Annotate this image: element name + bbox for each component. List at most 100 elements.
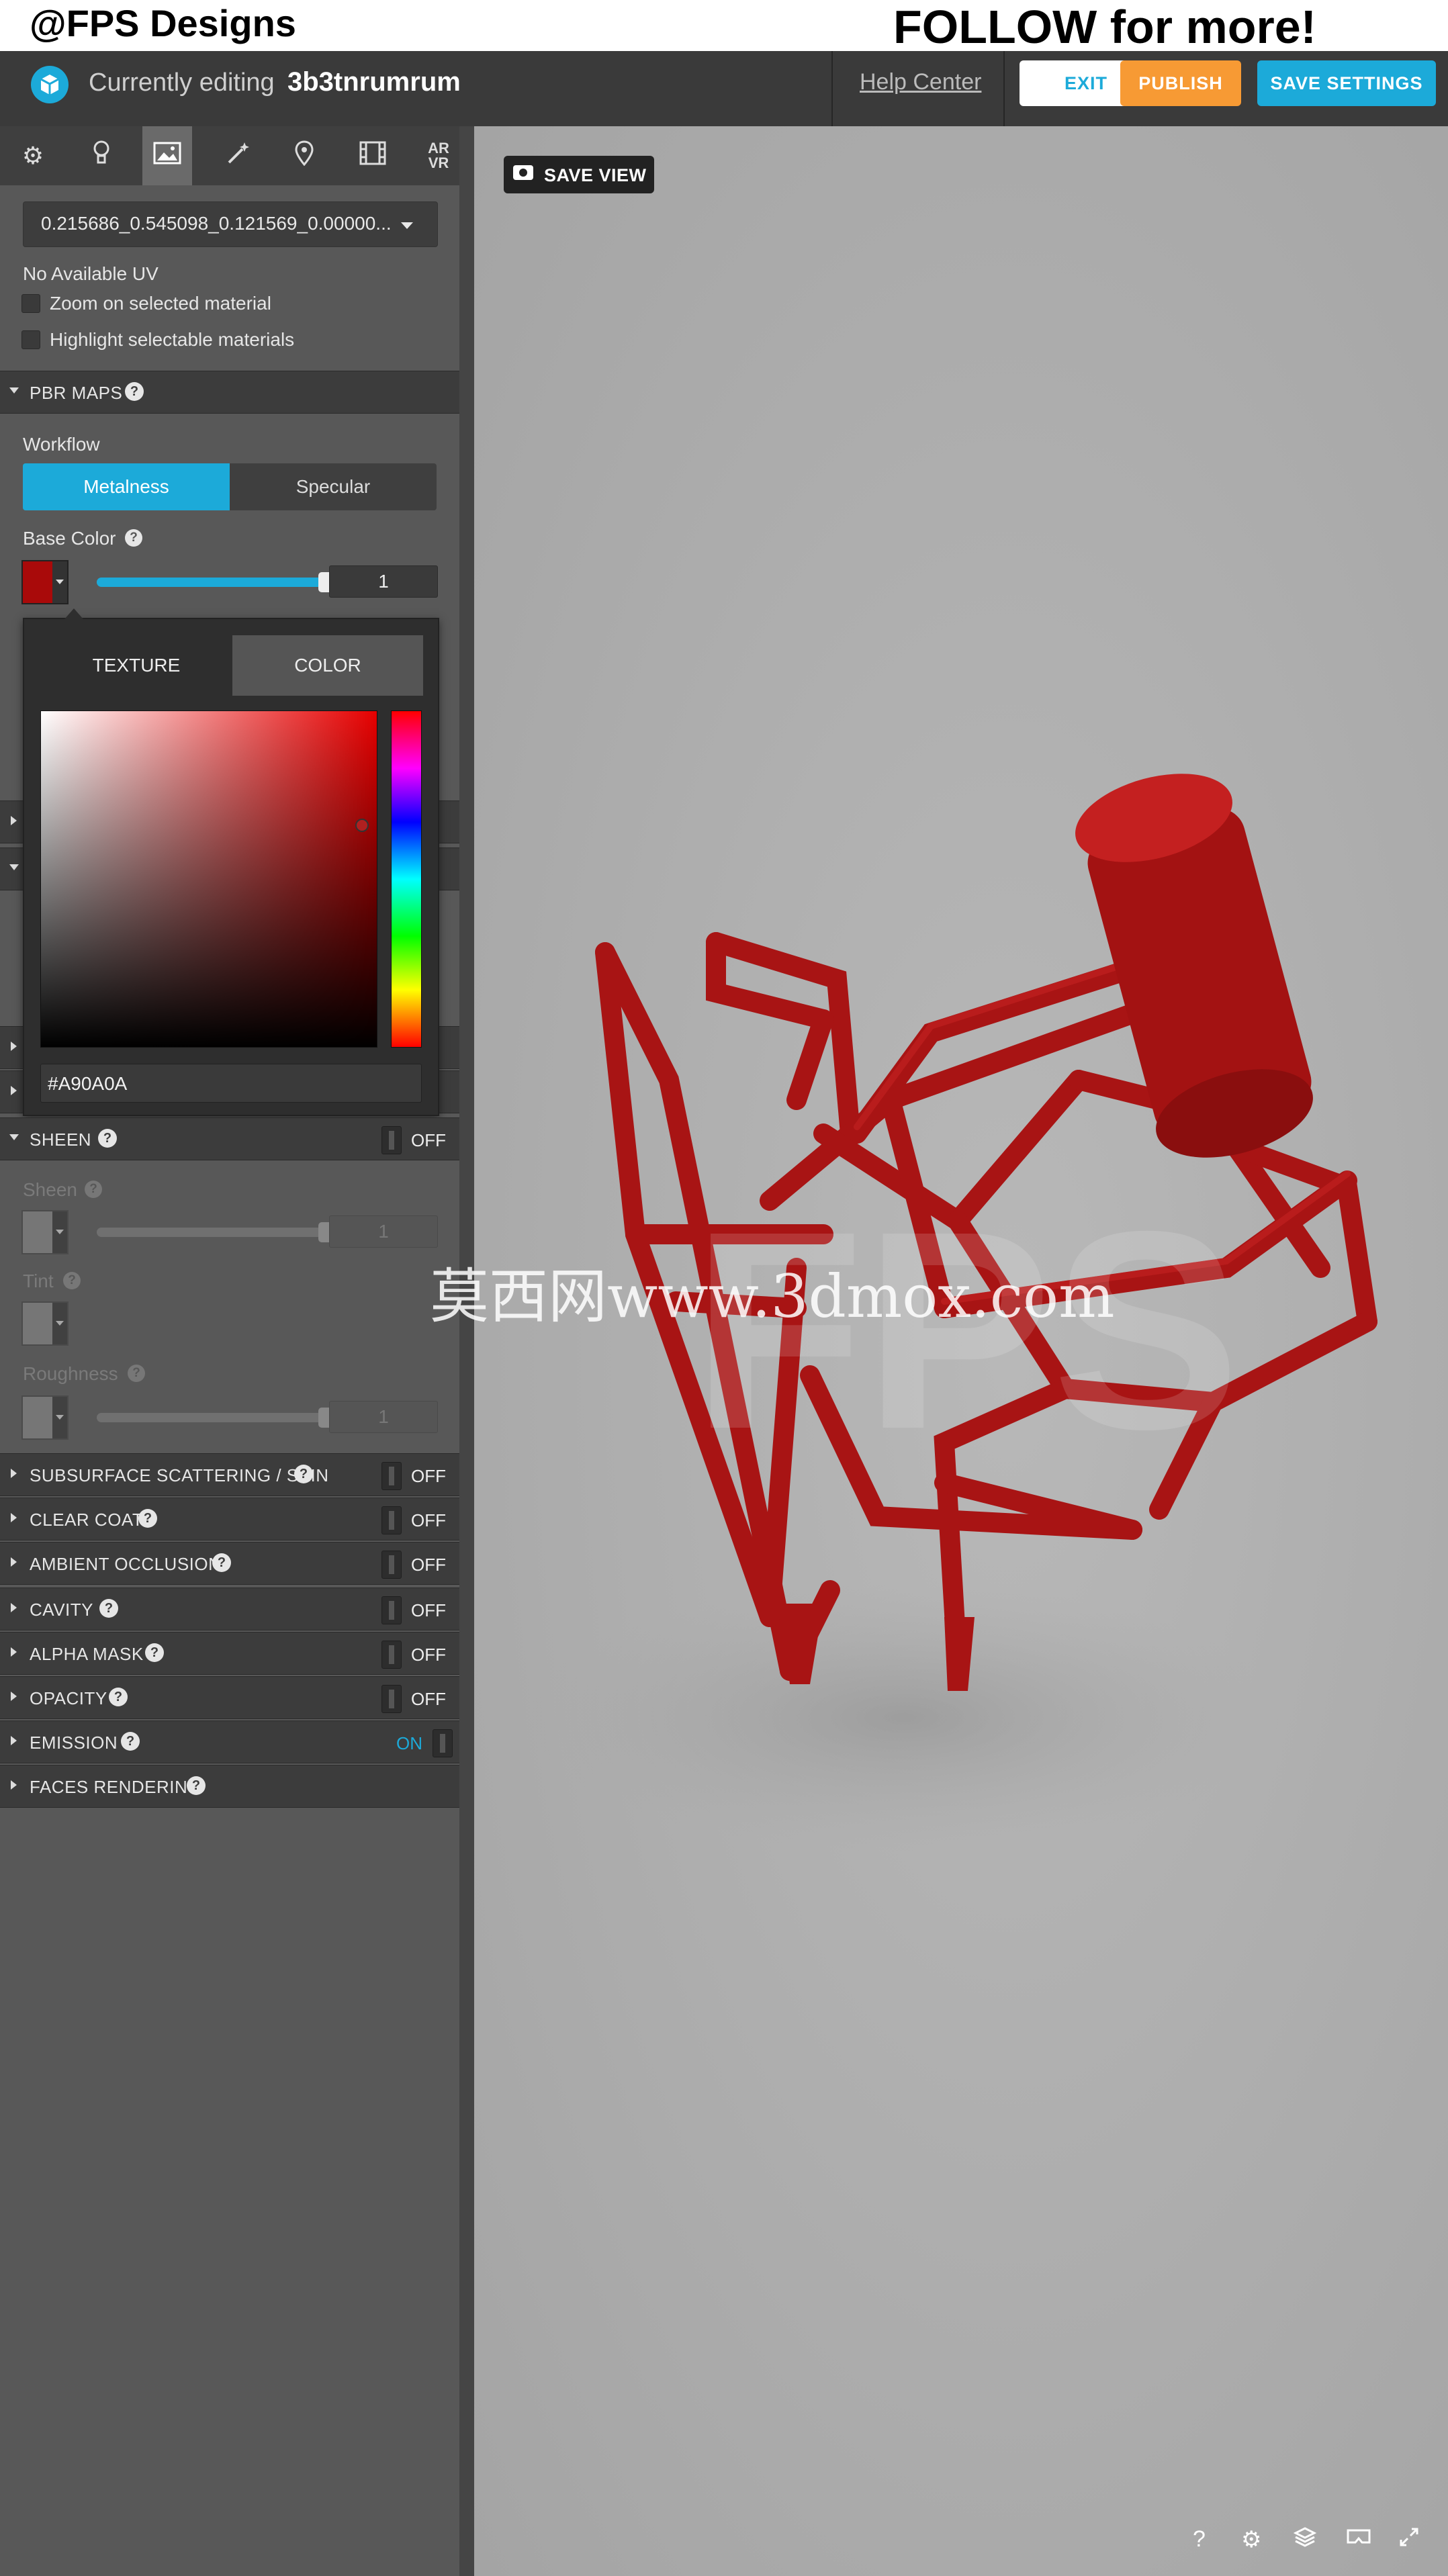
help-icon[interactable]: ? xyxy=(98,1129,117,1148)
sketchfab-logo-icon[interactable] xyxy=(31,66,69,103)
chevron-right-icon xyxy=(11,1603,17,1612)
tint-swatch xyxy=(21,1301,69,1346)
base-color-swatch[interactable] xyxy=(21,560,69,604)
help-icon[interactable]: ? xyxy=(212,1553,231,1572)
section-alpha-mask[interactable]: ALPHA MASK ? OFF xyxy=(0,1632,459,1675)
chevron-down-icon xyxy=(9,1134,19,1140)
promo-banner: @FPS Designs FOLLOW for more! xyxy=(0,0,1448,53)
saturation-value-field[interactable] xyxy=(40,710,377,1048)
chevron-right-icon xyxy=(11,1469,17,1478)
chevron-right-icon xyxy=(11,1647,17,1657)
chevron-right-icon xyxy=(11,1692,17,1701)
help-icon[interactable]: ? xyxy=(187,1776,206,1795)
roughness-slider xyxy=(97,1413,338,1422)
zoom-label: Zoom on selected material xyxy=(50,293,271,314)
ambient-occlusion-toggle[interactable]: OFF xyxy=(381,1551,455,1579)
help-icon[interactable]: ? xyxy=(125,382,144,401)
clear-coat-toggle[interactable]: OFF xyxy=(381,1506,455,1534)
base-color-value[interactable]: 1 xyxy=(329,565,438,598)
help-center-link[interactable]: Help Center xyxy=(860,69,981,95)
zoom-checkbox[interactable] xyxy=(21,294,40,313)
opacity-toggle[interactable]: OFF xyxy=(381,1685,455,1713)
color-cursor[interactable] xyxy=(355,819,369,832)
tab-ar-vr[interactable]: AR VR xyxy=(414,126,463,185)
roughness-value: 1 xyxy=(329,1401,438,1433)
editing-label: Currently editing xyxy=(89,68,275,97)
section-sheen[interactable]: SHEEN ? OFF xyxy=(0,1117,459,1160)
sheen-toggle[interactable]: OFF xyxy=(381,1126,455,1154)
hue-slider[interactable] xyxy=(391,710,422,1048)
image-icon xyxy=(153,142,181,171)
save-view-button[interactable]: SAVE VIEW xyxy=(504,156,654,193)
sidebar-scrollbar[interactable] xyxy=(459,126,474,2576)
section-faces-rendering[interactable]: FACES RENDERING ? xyxy=(0,1765,459,1808)
workflow-label: Workflow xyxy=(23,434,100,455)
section-emission[interactable]: EMISSION ? ON xyxy=(0,1720,459,1763)
material-select[interactable]: 0.215686_0.545098_0.121569_0.00000... xyxy=(23,201,438,247)
watermark-text: 莫西网www.3dmox.com xyxy=(430,1262,1115,1331)
help-icon[interactable]: ? xyxy=(125,529,142,547)
roughness-swatch xyxy=(21,1395,69,1440)
save-settings-button[interactable]: SAVE SETTINGS xyxy=(1257,60,1436,106)
sheen-value: 1 xyxy=(329,1215,438,1248)
tab-animation[interactable] xyxy=(348,126,398,185)
chevron-right-icon xyxy=(11,1557,17,1567)
sheen-label: Sheen xyxy=(23,1179,77,1200)
emission-toggle[interactable]: ON xyxy=(381,1729,455,1757)
tab-lighting[interactable] xyxy=(77,126,126,185)
color-tab[interactable]: COLOR xyxy=(232,635,423,696)
gear-icon: ⚙ xyxy=(21,142,44,169)
tab-post-processing[interactable] xyxy=(214,126,263,185)
header-divider xyxy=(1003,51,1005,126)
base-color-slider[interactable] xyxy=(97,578,338,587)
tab-annotations[interactable] xyxy=(279,126,329,185)
settings-icon[interactable]: ⚙ xyxy=(1241,2526,1261,2553)
help-icon[interactable]: ? xyxy=(294,1465,313,1483)
layers-icon[interactable] xyxy=(1293,2526,1317,2554)
help-icon[interactable]: ? xyxy=(1193,2526,1206,2552)
help-icon[interactable]: ? xyxy=(109,1688,128,1706)
section-opacity[interactable]: OPACITY ? OFF xyxy=(0,1676,459,1719)
magic-wand-icon xyxy=(226,141,251,171)
subsurface-toggle[interactable]: OFF xyxy=(381,1462,455,1490)
specular-button[interactable]: Specular xyxy=(230,463,437,510)
tab-materials[interactable] xyxy=(142,126,192,185)
cavity-toggle[interactable]: OFF xyxy=(381,1596,455,1624)
help-icon: ? xyxy=(63,1272,81,1289)
chevron-right-icon xyxy=(11,1513,17,1522)
camera-icon xyxy=(513,165,533,180)
highlight-checkbox[interactable] xyxy=(21,330,40,349)
3d-viewport[interactable]: FPS xyxy=(474,126,1448,2576)
section-ambient-occlusion[interactable]: AMBIENT OCCLUSION ? OFF xyxy=(0,1542,459,1585)
texture-tab[interactable]: TEXTURE xyxy=(40,635,232,696)
ar-vr-icon: AR VR xyxy=(428,140,449,171)
help-icon: ? xyxy=(85,1181,102,1198)
alpha-mask-toggle[interactable]: OFF xyxy=(381,1641,455,1669)
fullscreen-icon[interactable] xyxy=(1398,2526,1420,2554)
chevron-right-icon xyxy=(11,1736,17,1745)
roughness-label: Roughness xyxy=(23,1363,118,1384)
sheen-swatch xyxy=(21,1210,69,1254)
chevron-down-icon xyxy=(9,387,19,394)
map-pin-icon xyxy=(295,140,314,172)
base-color-label: Base Color xyxy=(23,528,116,549)
follow-text: FOLLOW for more! xyxy=(893,1,1316,53)
vr-icon[interactable] xyxy=(1346,2526,1371,2552)
help-icon[interactable]: ? xyxy=(145,1643,164,1662)
chevron-down-icon xyxy=(401,222,413,229)
color-picker-popup: TEXTURE COLOR #A90A0A xyxy=(23,608,439,1116)
section-cavity[interactable]: CAVITY ? OFF xyxy=(0,1588,459,1630)
section-subsurface[interactable]: SUBSURFACE SCATTERING / SKIN ? OFF xyxy=(0,1453,459,1496)
publish-button[interactable]: PUBLISH xyxy=(1120,60,1241,106)
section-clear-coat[interactable]: CLEAR COAT ? OFF xyxy=(0,1498,459,1540)
tab-general[interactable]: ⚙ xyxy=(8,126,58,185)
tint-label: Tint xyxy=(23,1271,54,1291)
help-icon[interactable]: ? xyxy=(138,1509,157,1528)
section-pbr-maps[interactable]: PBR MAPS ? xyxy=(0,371,459,414)
hex-input[interactable]: #A90A0A xyxy=(40,1064,422,1103)
help-icon[interactable]: ? xyxy=(99,1599,118,1618)
help-icon: ? xyxy=(128,1365,145,1382)
help-icon[interactable]: ? xyxy=(121,1732,140,1751)
metalness-button[interactable]: Metalness xyxy=(23,463,230,510)
model-name: 3b3tnrumrum xyxy=(287,67,461,97)
